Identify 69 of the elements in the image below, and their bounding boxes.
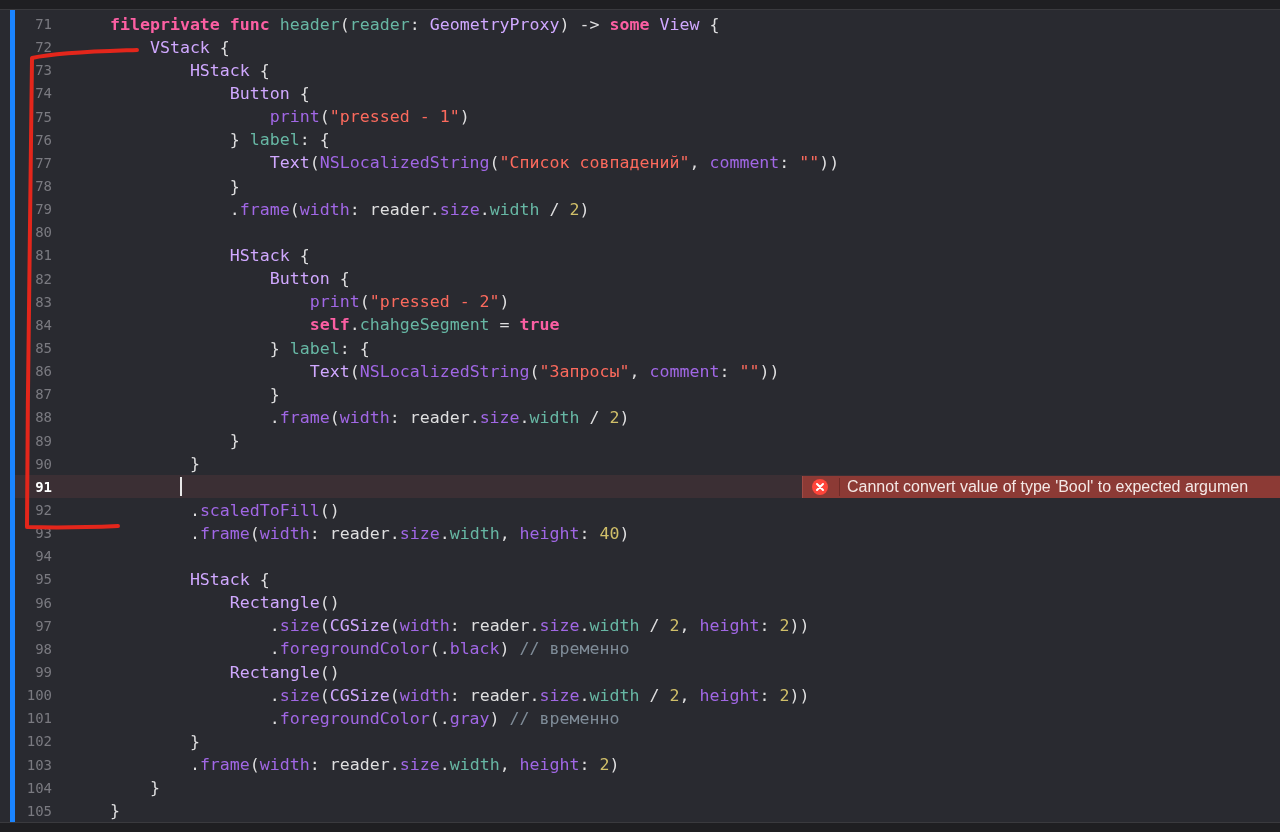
line-number: 74 (34, 85, 52, 102)
code-line: } (149, 778, 160, 798)
code-line: .frame(width: reader.size.width, height: 40) (189, 523, 630, 543)
line-number: 105 (25, 802, 52, 819)
code-line: .foregroundColor(.gray) // временно (269, 708, 620, 728)
code-line: print("pressed - 2") (309, 292, 510, 312)
line-number: 95 (34, 571, 52, 588)
line-number: 78 (34, 178, 52, 195)
line-number: 91 (34, 478, 52, 495)
line-number: 75 (34, 108, 52, 125)
line-number: 71 (34, 16, 52, 33)
line-number: 77 (34, 154, 52, 171)
code-line: .size(CGSize(width: reader.size.width / 2, height: 2)) (269, 685, 810, 705)
code-line: HStack { (189, 60, 270, 80)
error-icon (811, 477, 829, 496)
code-line: } label: { (229, 130, 330, 150)
line-number: 98 (34, 640, 52, 657)
line-number: 76 (34, 131, 52, 148)
line-number: 83 (34, 293, 52, 310)
code-line: } (229, 431, 240, 451)
code-line: print("pressed - 1") (269, 107, 470, 127)
line-number: 80 (34, 224, 52, 241)
line-number: 84 (34, 316, 52, 333)
line-number: 72 (34, 39, 52, 56)
line-number: 102 (25, 733, 52, 750)
code-line: Text(NSLocalizedString("Запросы", comment: "")) (309, 361, 780, 381)
line-number: 90 (34, 455, 52, 472)
line-number: 85 (34, 340, 52, 357)
line-number: 94 (34, 548, 52, 565)
code-line: HStack { (189, 569, 270, 589)
code-line: .frame(width: reader.size.width, height: 2) (189, 755, 620, 775)
code-line: } (269, 384, 280, 404)
line-number: 87 (34, 386, 52, 403)
line-number: 103 (25, 756, 52, 773)
code-line: .frame(width: reader.size.width / 2) (269, 407, 630, 427)
code-line: } label: { (269, 338, 370, 358)
code-line: Rectangle() (229, 662, 340, 682)
line-number: 89 (34, 432, 52, 449)
text-cursor (179, 477, 182, 497)
line-number: 101 (25, 710, 52, 727)
code-line: Rectangle() (229, 593, 340, 613)
line-number: 79 (34, 201, 52, 218)
line-number: 73 (34, 62, 52, 79)
code-line: fileprivate func header(reader: GeometryProxy) -> some View { (109, 14, 720, 34)
line-number: 88 (34, 409, 52, 426)
code-line: } (189, 454, 200, 474)
code-line: Button { (229, 84, 310, 103)
line-number: 86 (34, 363, 52, 380)
error-banner[interactable]: Cannot convert value of type 'Bool' to expected argumen (802, 475, 1280, 498)
code-line: .scaledToFill() (189, 500, 340, 520)
code-line: .size(CGSize(width: reader.size.width / 2, height: 2)) (269, 616, 810, 636)
line-number: 104 (25, 779, 52, 796)
code-line: VStack { (149, 37, 230, 57)
code-line: } (109, 801, 120, 821)
line-number: 99 (34, 664, 52, 680)
line-number: 81 (34, 247, 52, 264)
code-line: .frame(width: reader.size.width / 2) (229, 199, 590, 219)
code-line: .foregroundColor(.black) // временно (269, 639, 630, 659)
code-line: Text(NSLocalizedString("Список совпадений", comment: "")) (269, 153, 840, 173)
code-line: Button { (269, 269, 350, 289)
code-line: } (189, 731, 200, 751)
line-number: 97 (34, 617, 52, 634)
line-number: 92 (34, 502, 52, 518)
line-number: 100 (25, 687, 52, 704)
code-line: HStack { (229, 245, 310, 265)
line-number: 96 (34, 594, 52, 611)
code-line: } (229, 176, 240, 196)
line-number: 82 (34, 270, 52, 287)
code-line: self.chahgeSegment = true (309, 315, 560, 335)
